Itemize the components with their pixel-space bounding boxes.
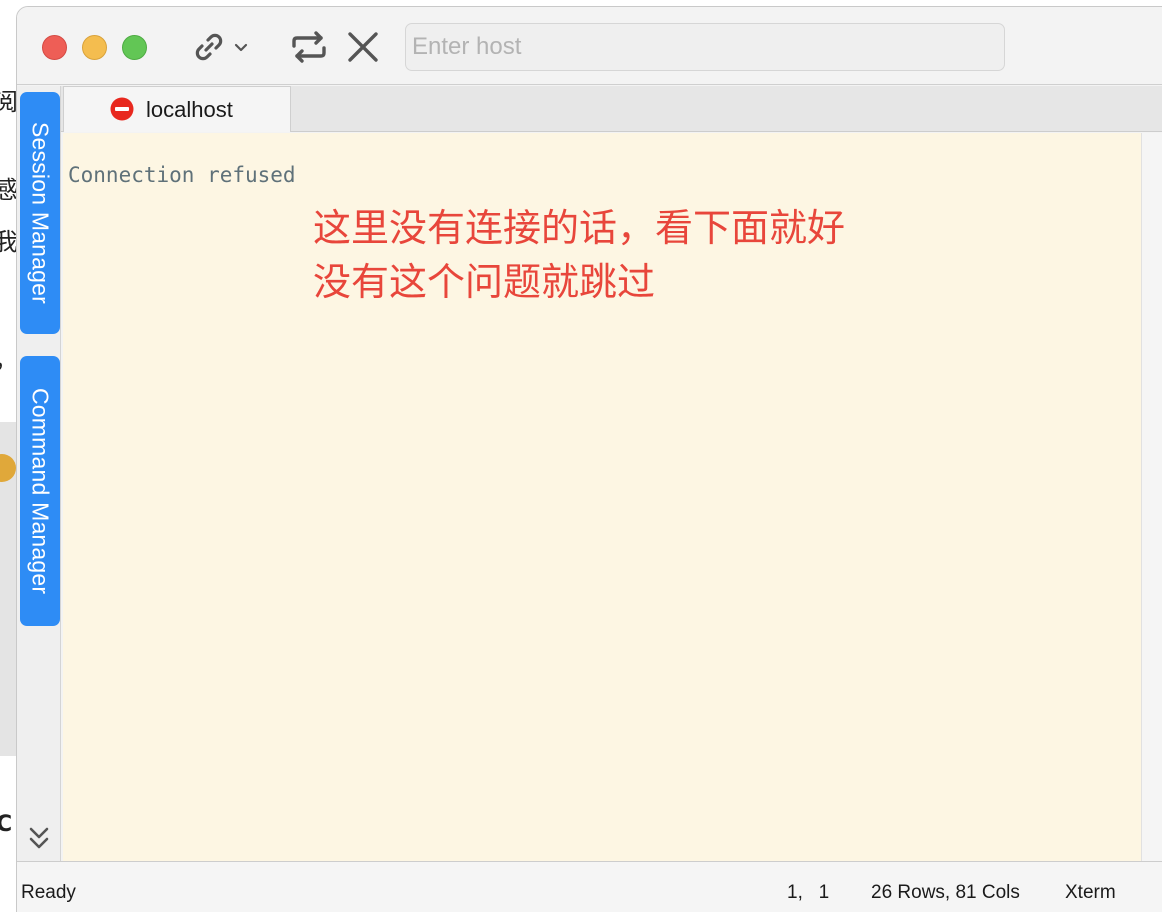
- no-entry-icon: [110, 97, 134, 121]
- connect-button[interactable]: [189, 27, 251, 67]
- reconnect-button[interactable]: [287, 27, 331, 67]
- terminal-line: Connection refused: [68, 163, 296, 187]
- session-manager-tab[interactable]: Session Manager: [20, 92, 60, 334]
- status-terminal-type: Xterm: [1065, 882, 1116, 903]
- close-icon: [348, 32, 378, 62]
- repeat-icon: [292, 31, 326, 63]
- tab-strip: localhost: [61, 86, 1162, 132]
- command-manager-tab[interactable]: Command Manager: [20, 356, 60, 626]
- background-text: C: [0, 812, 13, 837]
- tab-localhost[interactable]: localhost: [63, 86, 291, 132]
- status-cursor-position: 1, 1: [787, 882, 830, 903]
- annotation-note: 这里没有连接的话，看下面就好 没有这个问题就跳过: [313, 201, 845, 309]
- status-state: Ready: [21, 882, 76, 903]
- terminal-scrollbar[interactable]: [1141, 133, 1162, 861]
- window-zoom-button[interactable]: [122, 35, 147, 60]
- link-icon: [195, 33, 223, 61]
- session-manager-label: Session Manager: [27, 122, 54, 304]
- double-chevron-down-icon: [29, 827, 49, 849]
- annotation-line: 这里没有连接的话，看下面就好: [313, 206, 846, 250]
- disconnect-button[interactable]: [343, 27, 383, 67]
- side-rail: Session Manager Command Manager: [17, 86, 61, 861]
- terminal-window: Session Manager Command Manager localhos…: [16, 6, 1162, 912]
- rail-expand-button[interactable]: [27, 822, 51, 854]
- status-dimensions: 26 Rows, 81 Cols: [871, 882, 1020, 903]
- tab-label: localhost: [146, 96, 233, 122]
- chevron-down-icon[interactable]: [233, 39, 249, 55]
- annotation-line: 没有这个问题就跳过: [313, 260, 656, 304]
- host-input[interactable]: [405, 23, 1005, 71]
- window-close-button[interactable]: [42, 35, 67, 60]
- command-manager-label: Command Manager: [27, 387, 54, 595]
- window-minimize-button[interactable]: [82, 35, 107, 60]
- title-bar: [17, 7, 1162, 85]
- terminal-output[interactable]: Connection refused 这里没有连接的话，看下面就好 没有这个问题…: [63, 133, 1141, 861]
- status-bar: Ready 1, 1 26 Rows, 81 Cols Xterm: [17, 861, 1162, 912]
